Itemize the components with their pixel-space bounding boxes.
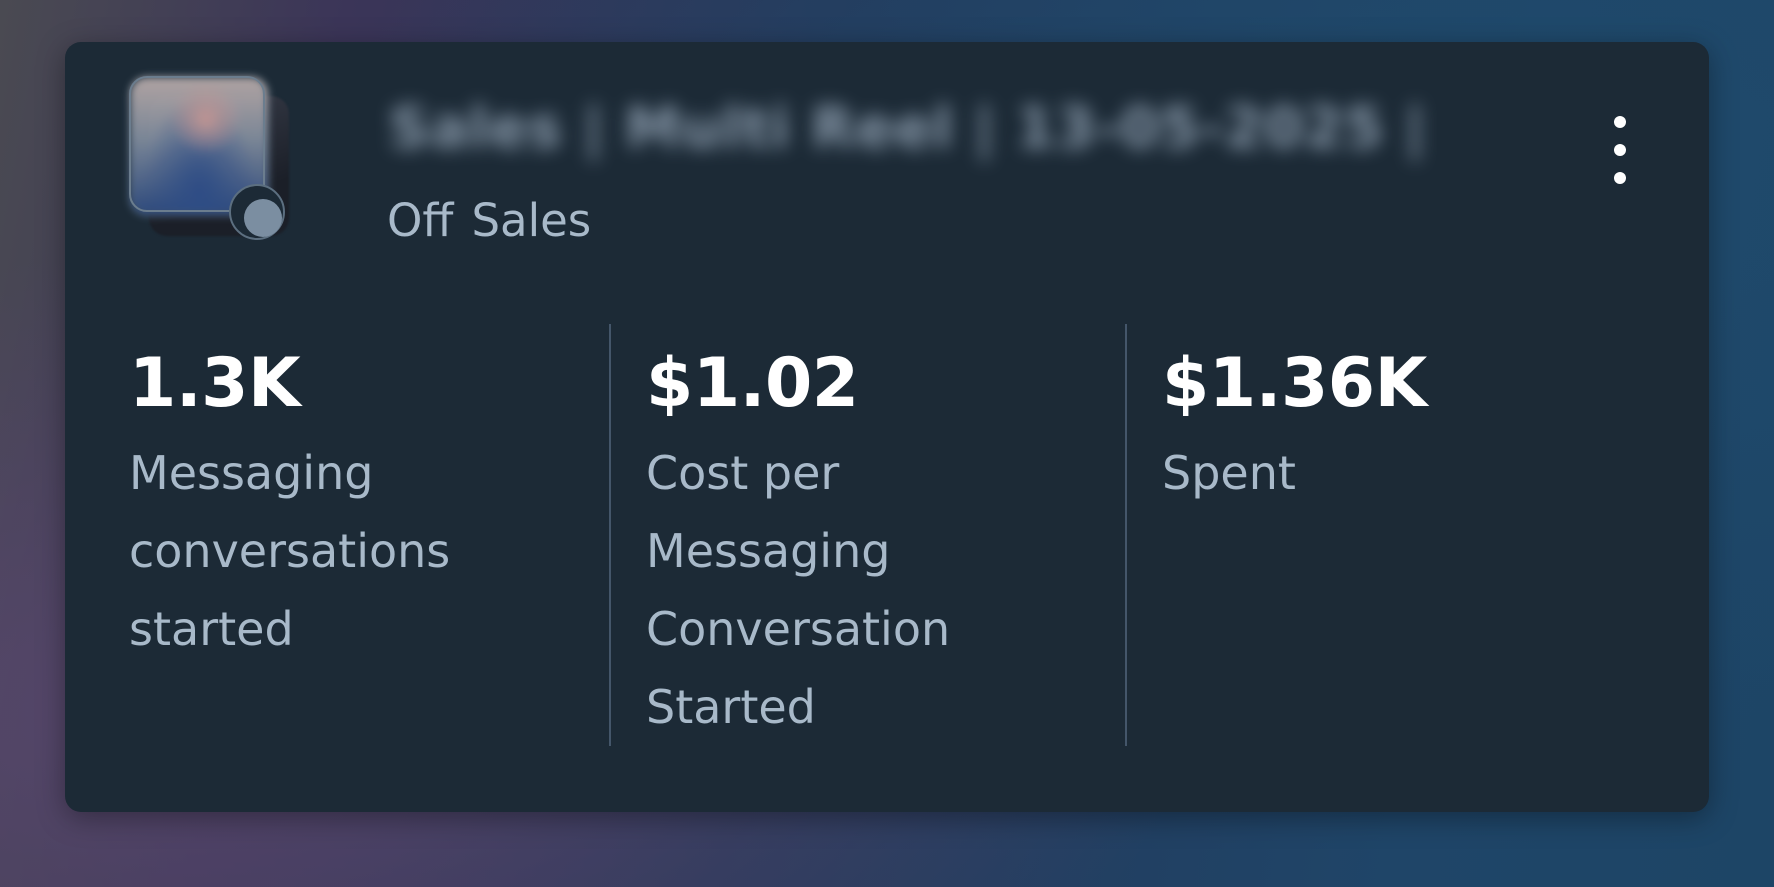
metric-label-line: Messaging: [129, 446, 374, 500]
more-options-button[interactable]: [1592, 112, 1648, 188]
metric-label: Cost per Messaging Conversation Started: [646, 434, 1116, 746]
metric-label-line: Spent: [1162, 446, 1296, 500]
campaign-card[interactable]: Sales | Multi Reel | 13-05-2025 | Off Sal…: [65, 42, 1709, 812]
metric-label: Spent: [1162, 434, 1632, 512]
metric-value: 1.3K: [129, 344, 301, 423]
campaign-title[interactable]: Sales | Multi Reel | 13-05-2025 |: [389, 96, 1469, 166]
status-indicator-dot: [244, 199, 282, 237]
metric-spent: $1.36K Spent: [1162, 282, 1632, 742]
metric-divider: [609, 324, 611, 746]
card-header: Sales | Multi Reel | 13-05-2025 | Off Sal…: [129, 76, 1645, 276]
metric-cost-per-conversation: $1.02 Cost per Messaging Conversation St…: [646, 282, 1116, 742]
metric-label-line: Started: [646, 680, 816, 734]
metric-label-line: Messaging: [646, 524, 891, 578]
metric-divider: [1125, 324, 1127, 746]
avatar: [129, 76, 299, 246]
metrics-row: 1.3K Messaging conversations started $1.…: [65, 282, 1709, 746]
metric-label: Messaging conversations started: [129, 434, 599, 668]
metric-value: $1.02: [646, 344, 859, 423]
more-vertical-icon: [1592, 112, 1648, 188]
metric-value: $1.36K: [1162, 344, 1427, 423]
metric-label-line: Conversation: [646, 602, 951, 656]
metric-label-line: started: [129, 602, 294, 656]
metric-messaging-conversations: 1.3K Messaging conversations started: [129, 282, 599, 742]
metric-label-line: conversations: [129, 524, 451, 578]
objective-label: Sales: [471, 194, 592, 247]
metric-label-line: Cost per: [646, 446, 840, 500]
status-label: Off: [387, 194, 454, 247]
status-line: Off Sales: [387, 194, 591, 247]
